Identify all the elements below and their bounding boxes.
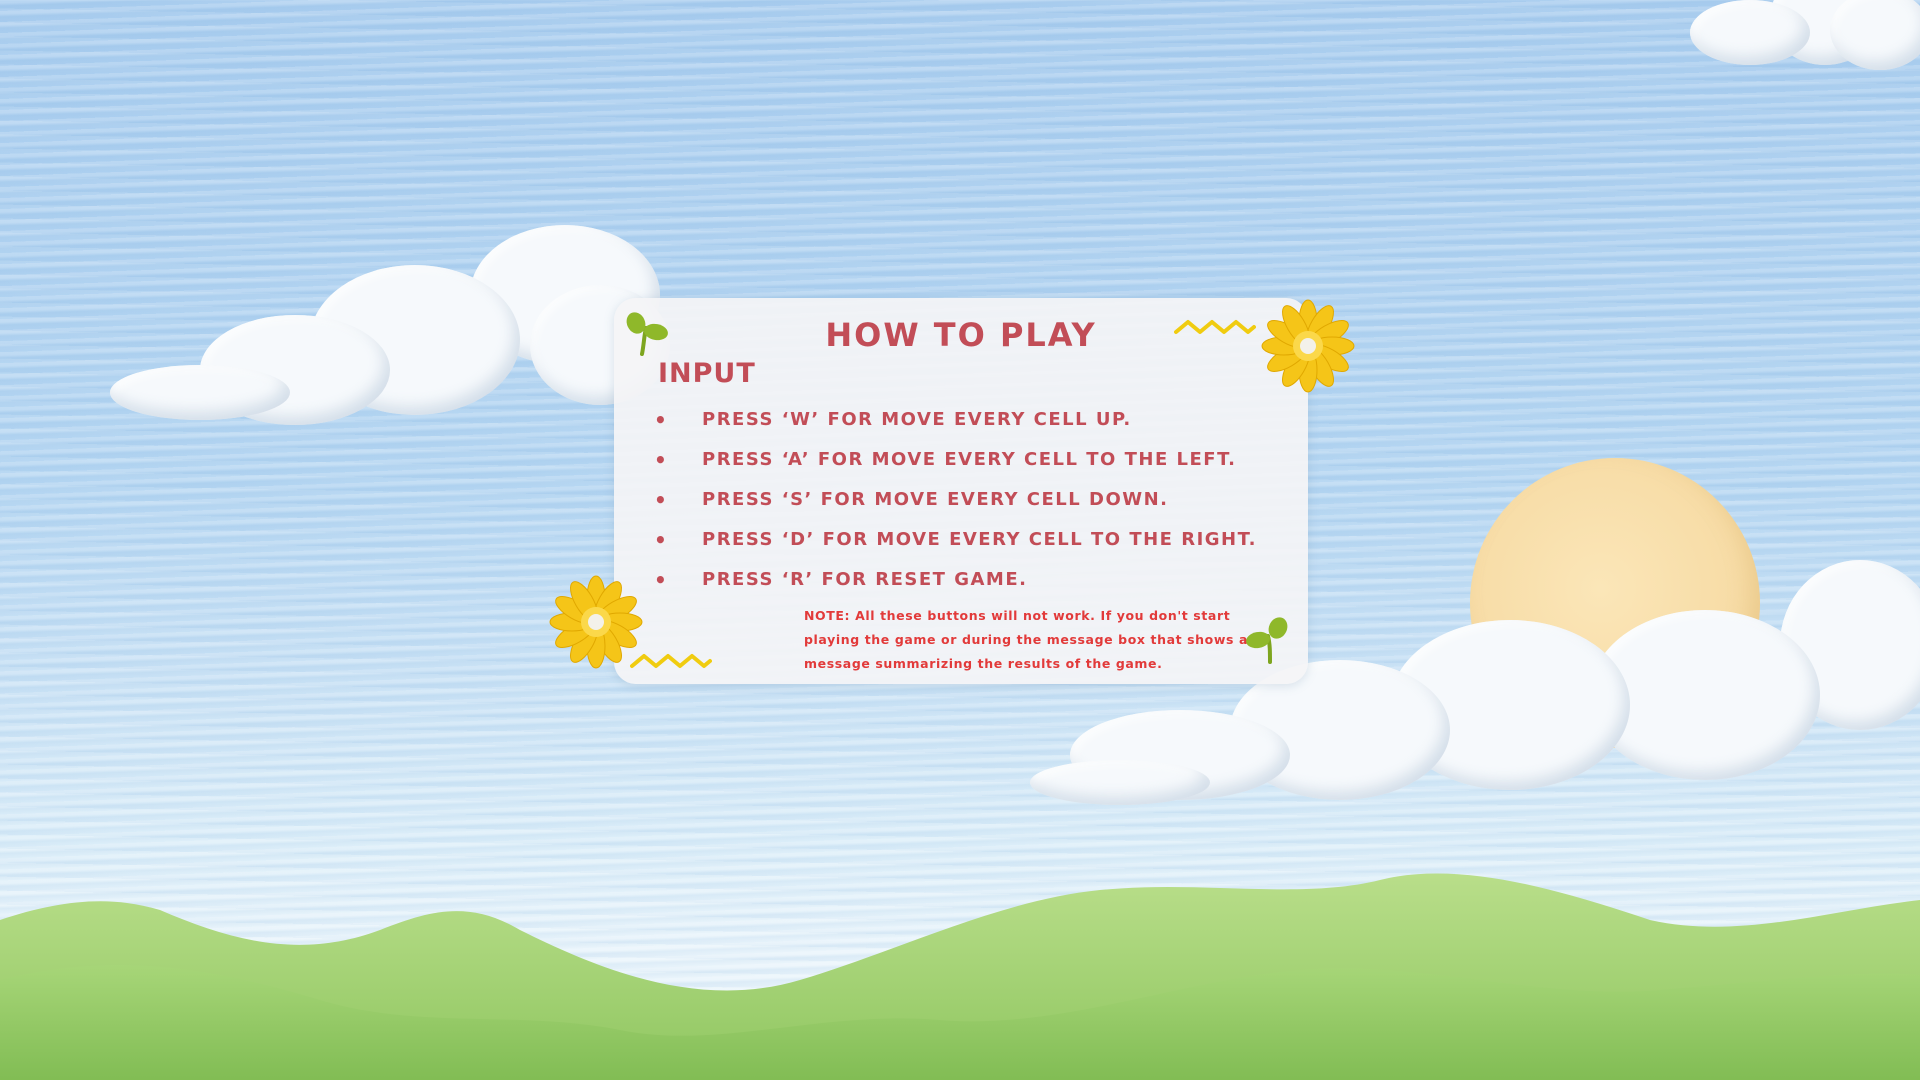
cloud-left — [110, 225, 670, 440]
zigzag-icon — [1174, 320, 1256, 334]
flower-icon — [549, 575, 643, 669]
how-to-play-panel: HOW TO PLAY INPUT PRESS ‘W’ FOR MOVE EVE… — [614, 298, 1308, 684]
rule-move-right: PRESS ‘D’ FOR MOVE EVERY CELL TO THE RIG… — [654, 520, 1257, 560]
sprout-icon — [626, 312, 668, 356]
sprout-icon — [1246, 617, 1288, 664]
rule-reset: PRESS ‘R’ FOR RESET GAME. — [654, 560, 1257, 600]
green-hills — [0, 873, 1920, 1080]
rule-move-up: PRESS ‘W’ FOR MOVE EVERY CELL UP. — [654, 400, 1257, 440]
flower-icon — [1261, 299, 1355, 393]
section-title-input: INPUT — [658, 358, 756, 389]
controls-list: PRESS ‘W’ FOR MOVE EVERY CELL UP. PRESS … — [654, 400, 1257, 600]
rule-move-down: PRESS ‘S’ FOR MOVE EVERY CELL DOWN. — [654, 480, 1257, 520]
note-text: NOTE: All these buttons will not work. I… — [804, 608, 1249, 671]
rule-move-left: PRESS ‘A’ FOR MOVE EVERY CELL TO THE LEF… — [654, 440, 1257, 480]
cloud-top-right — [1650, 0, 1920, 80]
